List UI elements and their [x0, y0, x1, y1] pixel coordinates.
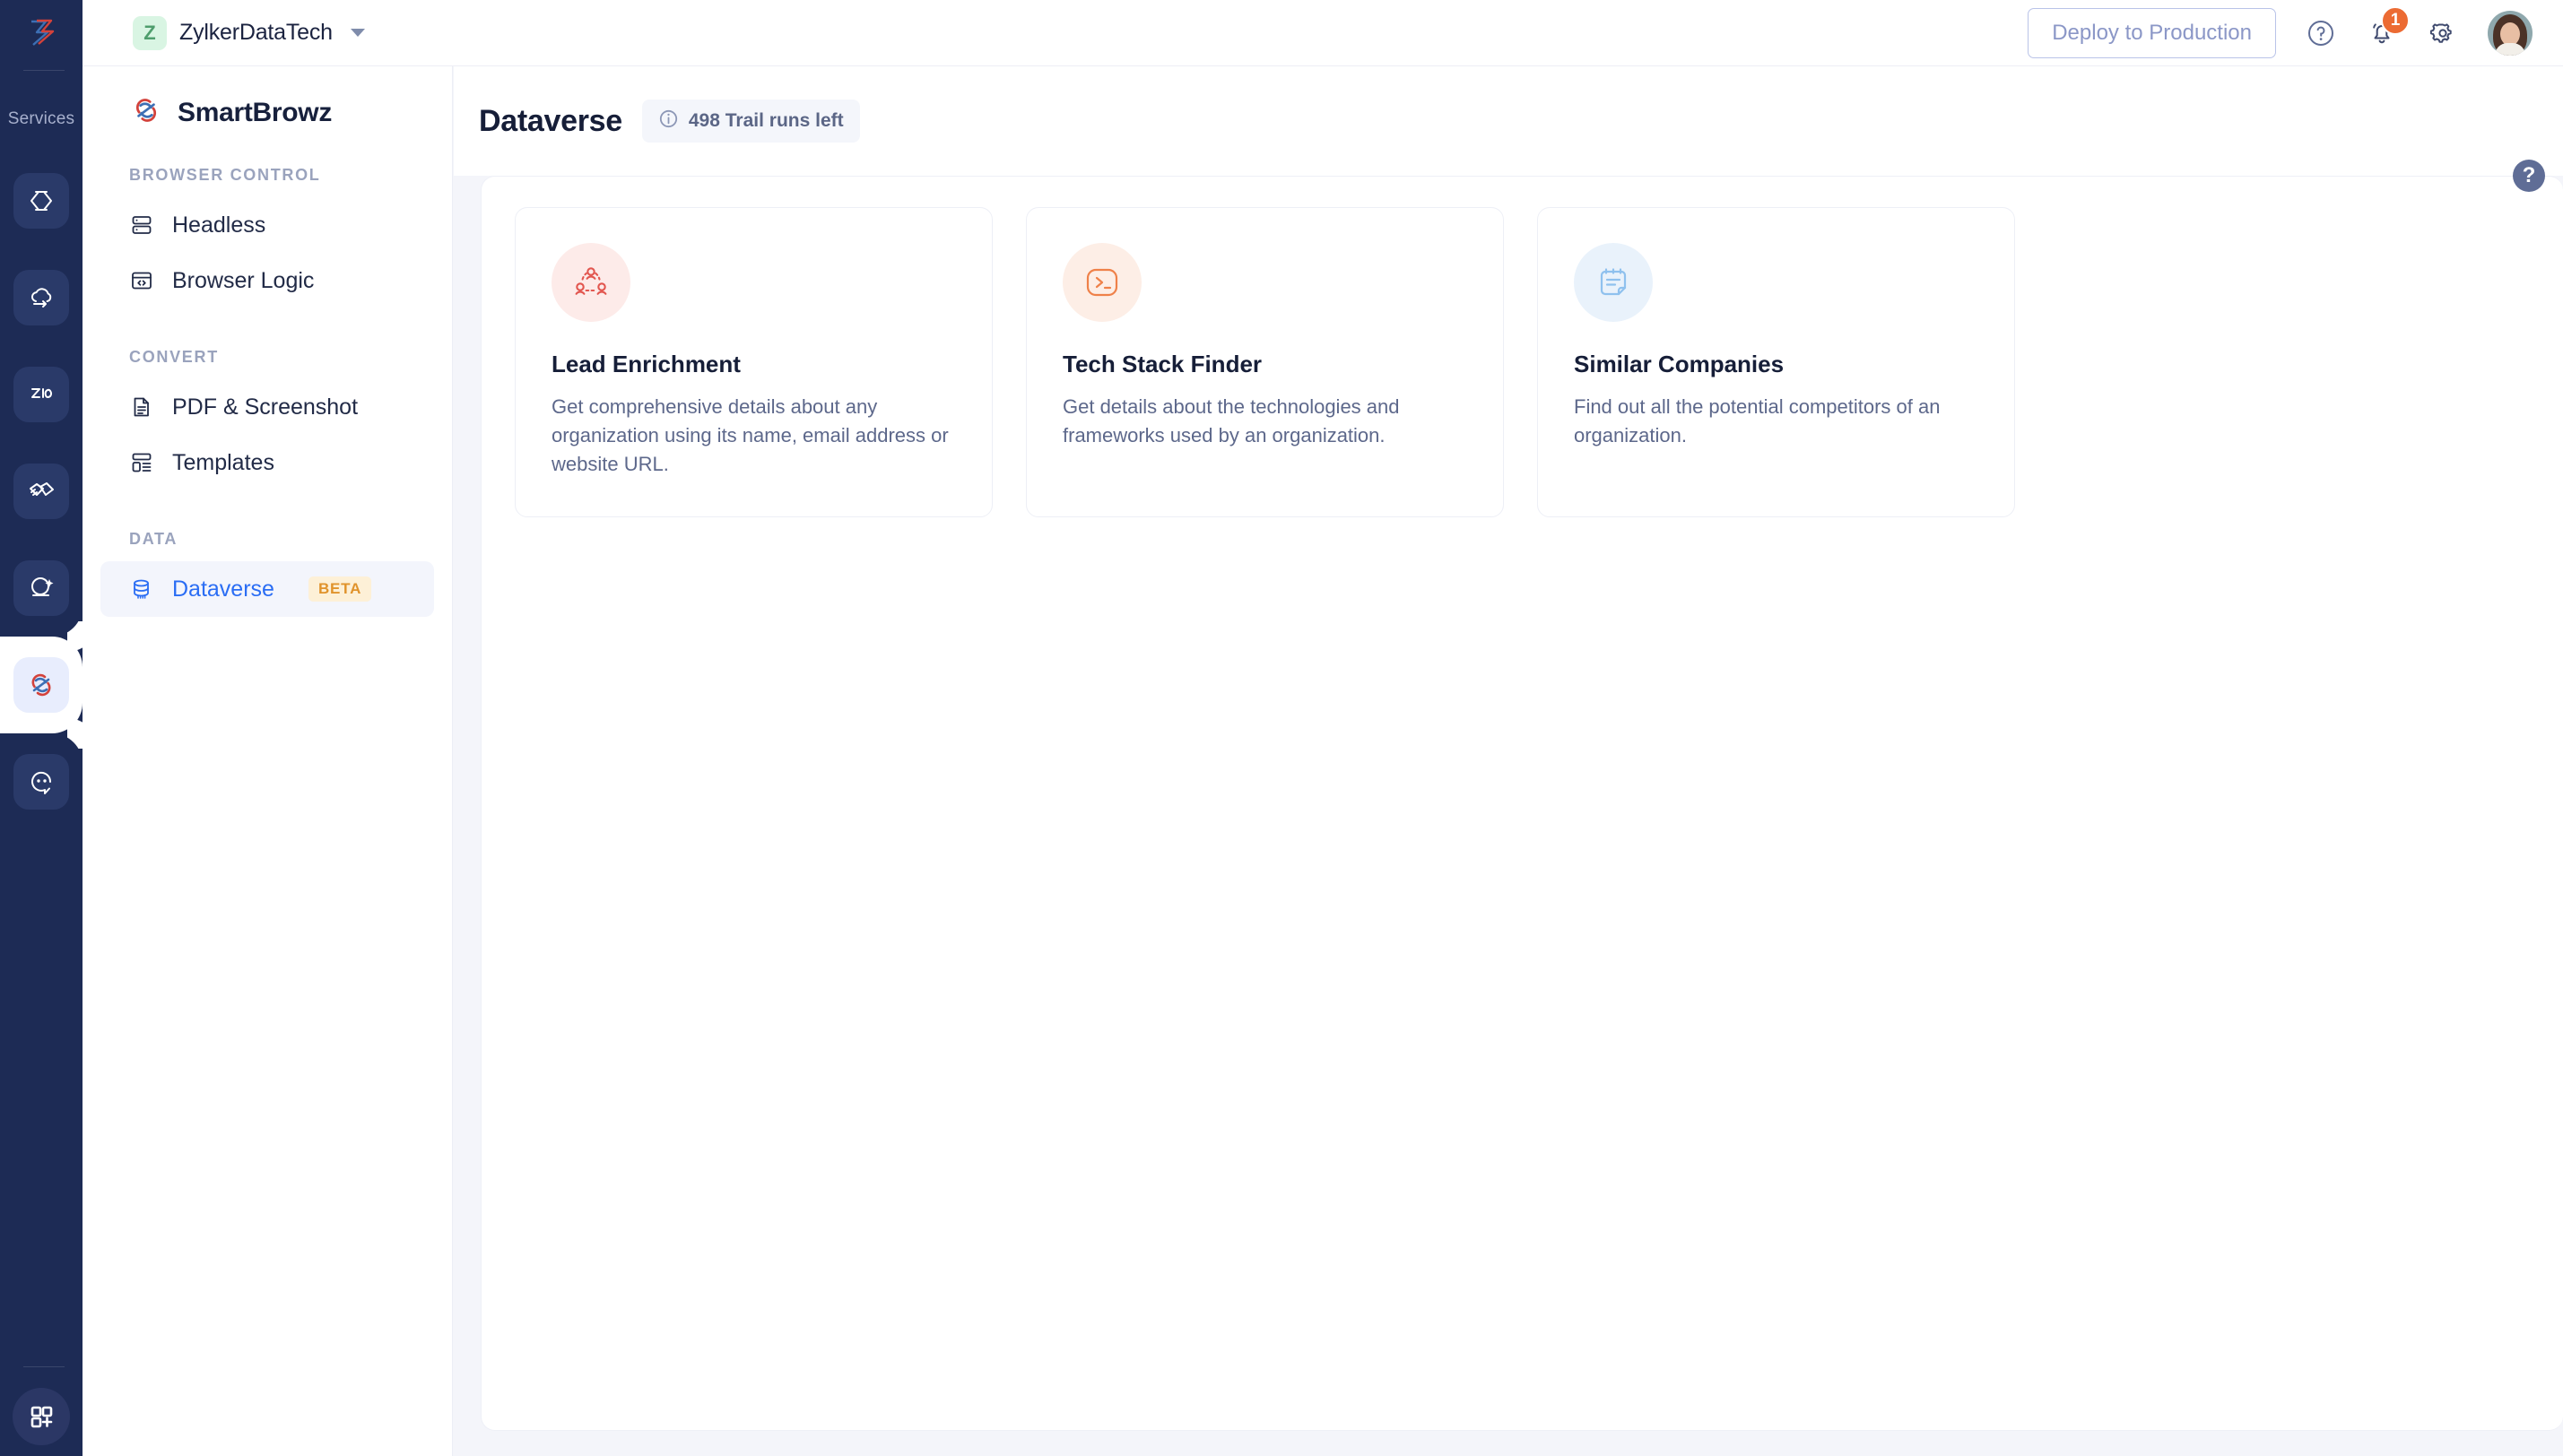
org-switcher[interactable]: Z ZylkerDataTech [133, 15, 365, 50]
rail-item-chat[interactable] [0, 733, 83, 830]
feature-card-grid: Lead Enrichment Get comprehensive detail… [482, 177, 2563, 517]
browser-code-icon [129, 268, 154, 293]
rail-services-label: Services [7, 109, 75, 128]
page-title: Dataverse [479, 103, 622, 138]
sidebar-item-templates[interactable]: Templates [100, 435, 434, 490]
brand-header: SmartBrowz [83, 66, 452, 132]
nav-group-title: BROWSER CONTROL [129, 166, 321, 184]
database-api-icon [129, 576, 154, 602]
sidebar-item-label: PDF & Screenshot [172, 394, 359, 420]
card-description: Get details about the technologies and f… [1063, 395, 1400, 446]
avatar-face [2500, 22, 2520, 46]
nav-group-browser-control: BROWSER CONTROL Headless Browser Logic [83, 166, 452, 308]
chevron-down-icon [350, 29, 365, 37]
rail-item-smartbrowz[interactable] [0, 637, 83, 733]
dataverse-panel: Lead Enrichment Get comprehensive detail… [481, 176, 2563, 1431]
rail-item-cloudscale[interactable] [0, 249, 83, 346]
rail-item-catalyst[interactable] [0, 152, 83, 249]
document-lines-icon [129, 394, 154, 420]
app-sidebar: SmartBrowz BROWSER CONTROL Headless Brow… [83, 66, 453, 1456]
nav-group-data: DATA Dataverse BETA [83, 530, 452, 617]
card-similar-companies[interactable]: Similar Companies Find out all the poten… [1537, 207, 2015, 517]
sidebar-item-label: Templates [172, 449, 274, 475]
brand-name-label: SmartBrowz [178, 97, 333, 127]
card-title: Similar Companies [1574, 351, 1785, 377]
sidebar-item-label: Browser Logic [172, 267, 315, 293]
note-document-icon [1574, 243, 1653, 322]
people-network-icon [552, 243, 630, 322]
nav-group-title: DATA [129, 530, 178, 548]
rail-bottom-divider [23, 1366, 65, 1367]
cloud-arrow-icon [13, 270, 69, 325]
rail-item-list [0, 152, 83, 830]
info-circle-icon [658, 108, 679, 134]
settings-button[interactable] [2427, 17, 2459, 49]
user-avatar[interactable] [2488, 10, 2533, 56]
help-button[interactable] [2305, 17, 2337, 49]
terminal-prompt-icon [1063, 243, 1142, 322]
code-brackets-icon [13, 173, 69, 229]
help-fab-button[interactable]: ? [2513, 160, 2545, 192]
grid-plus-icon[interactable] [13, 1388, 70, 1445]
card-description: Find out all the potential competitors o… [1574, 395, 1941, 446]
rail-bottom-area [0, 1363, 83, 1456]
rail-item-zia[interactable] [0, 346, 83, 443]
sidebar-item-label: Headless [172, 212, 266, 238]
trail-runs-chip[interactable]: 498 Trail runs left [641, 100, 860, 143]
layout-template-icon [129, 450, 154, 475]
rail-divider [23, 70, 65, 71]
card-title: Tech Stack Finder [1063, 351, 1263, 377]
card-tech-stack-finder[interactable]: Tech Stack Finder Get details about the … [1026, 207, 1504, 517]
sidebar-item-browser-logic[interactable]: Browser Logic [100, 253, 434, 308]
org-initial-badge: Z [133, 15, 167, 50]
page-header: Dataverse 498 Trail runs left [454, 66, 2563, 176]
content-area: Dataverse 498 Trail runs left ? Lead Enr… [454, 66, 2563, 1456]
zia-icon [13, 367, 69, 422]
nav-group-title: CONVERT [129, 348, 219, 366]
handshake-icon [13, 464, 69, 519]
zoho-logo-icon[interactable] [0, 0, 83, 66]
trail-runs-text: 498 Trail runs left [688, 110, 844, 131]
org-name-label: ZylkerDataTech [179, 20, 333, 45]
smartbrowz-logo-icon [129, 93, 163, 132]
rail-item-connections[interactable] [0, 443, 83, 540]
services-rail: Services [0, 0, 83, 1456]
top-bar: Z ZylkerDataTech Deploy to Production 1 [83, 0, 2563, 66]
beta-badge: BETA [308, 576, 372, 602]
deploy-to-production-button[interactable]: Deploy to Production [2028, 7, 2276, 58]
sidebar-item-headless[interactable]: Headless [100, 197, 434, 253]
server-stack-icon [129, 212, 154, 238]
sidebar-item-label: Dataverse [172, 576, 274, 602]
card-lead-enrichment[interactable]: Lead Enrichment Get comprehensive detail… [515, 207, 993, 517]
card-description: Get comprehensive details about any orga… [552, 395, 949, 475]
nav-group-convert: CONVERT PDF & Screenshot Templates [83, 348, 452, 490]
smartbrowz-icon [13, 657, 69, 713]
card-title: Lead Enrichment [552, 351, 741, 377]
sidebar-nav: BROWSER CONTROL Headless Browser Logic C… [83, 166, 452, 617]
notification-count-badge: 1 [2381, 5, 2410, 35]
top-bar-actions: Deploy to Production 1 [2028, 5, 2533, 58]
chat-bubble-eyes-icon [13, 754, 69, 810]
app-root: Services Z ZylkerDataTech Deploy to Prod… [0, 0, 2563, 1456]
notifications-button[interactable]: 1 [2366, 5, 2410, 49]
sidebar-item-pdf-screenshot[interactable]: PDF & Screenshot [100, 379, 434, 435]
sidebar-item-dataverse[interactable]: Dataverse BETA [100, 561, 434, 617]
